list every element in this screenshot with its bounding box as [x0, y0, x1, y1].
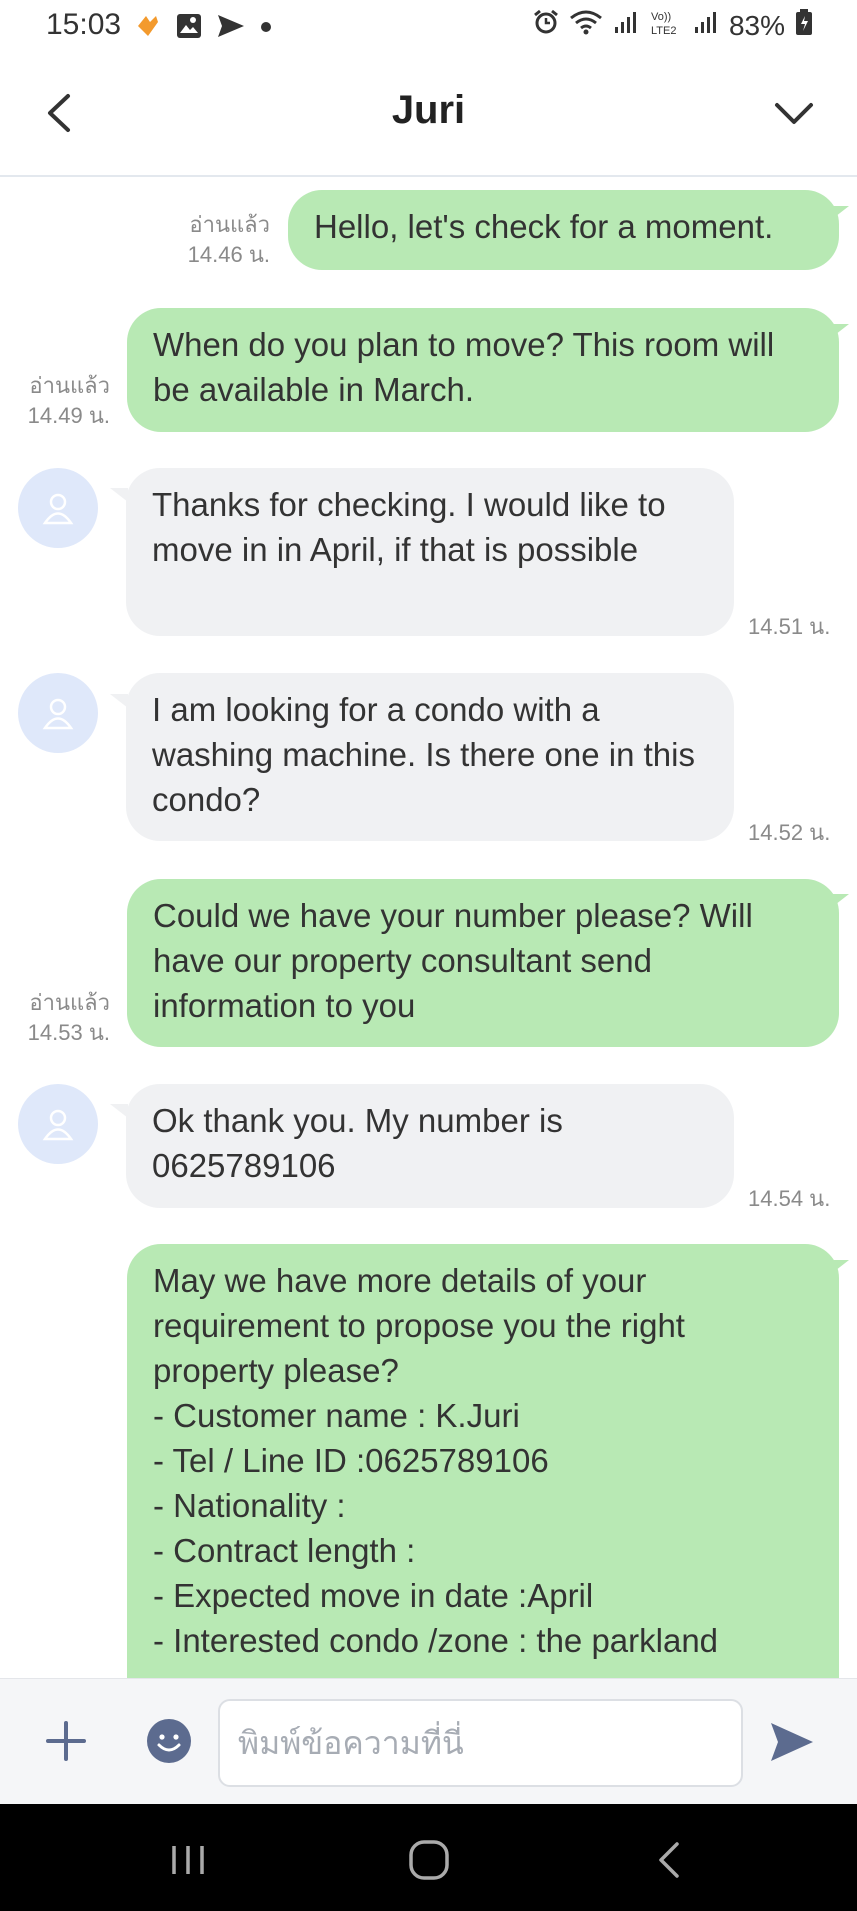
emoji-button[interactable] [146, 1718, 192, 1764]
message-line: May we have more details of your [153, 1262, 647, 1299]
message-text: Hello, let's check for a moment. [314, 208, 774, 245]
plus-icon [46, 1721, 86, 1761]
message-line: - Customer name : K.Juri [153, 1397, 520, 1434]
recent-apps-button[interactable] [160, 1832, 216, 1888]
status-time: 15:03 [46, 8, 122, 41]
message-meta: อ่านแล้ว 14.53 น. [0, 988, 110, 1048]
svg-text:Vo)): Vo)) [651, 11, 671, 23]
recent-apps-icon [172, 1846, 204, 1874]
alarm-icon [533, 9, 559, 42]
message-bubble-outgoing[interactable]: Hello, let's check for a moment. [288, 190, 839, 270]
signal-icon [693, 9, 719, 42]
bubble-tail [831, 206, 849, 220]
signal-icon [613, 9, 639, 42]
home-button[interactable] [401, 1832, 457, 1888]
message-time: 14.46 น. [187, 242, 270, 267]
status-icons-left [134, 12, 272, 45]
message-time: 14.52 น. [748, 820, 831, 845]
message-text: I am looking for a condo with a washing … [152, 691, 695, 818]
chat-header: Juri [0, 52, 857, 177]
message-text: Could we have your number please? Will h… [153, 897, 753, 1024]
volte-icon: Vo)) LTE2 [649, 8, 683, 43]
message-bubble-outgoing[interactable]: When do you plan to move? This room will… [127, 308, 839, 432]
message-time: 14.49 น. [27, 403, 110, 428]
status-bar: 15:03 Vo)) LTE2 83% [0, 0, 857, 52]
message-line: - Interested condo /zone : the parkland [153, 1622, 719, 1659]
user-icon [42, 698, 74, 730]
smiley-icon [147, 1719, 191, 1763]
send-icon [216, 13, 246, 44]
battery-icon [795, 8, 813, 43]
image-icon [176, 13, 202, 44]
bubble-tail [831, 324, 849, 338]
chevron-down-icon [775, 103, 813, 124]
flame-icon [134, 12, 162, 45]
system-nav-bar [0, 1804, 857, 1911]
message-line: - Nationality : [153, 1487, 346, 1524]
user-icon [42, 493, 74, 525]
dot-icon [260, 20, 272, 38]
avatar[interactable] [18, 673, 98, 753]
chat-title: Juri [391, 88, 466, 132]
nav-back-button[interactable] [642, 1832, 698, 1888]
message-input[interactable] [218, 1699, 743, 1787]
chat-area[interactable]: อ่านแล้ว 14.46 น. Hello, let's check for… [0, 178, 857, 1678]
read-receipt: อ่านแล้ว [29, 990, 110, 1015]
bubble-tail [831, 894, 849, 908]
message-bubble-outgoing[interactable]: Could we have your number please? Will h… [127, 879, 839, 1047]
message-time: 14.51 น. [748, 614, 831, 639]
message-bubble-incoming[interactable]: Ok thank you. My number is 0625789106 [126, 1084, 734, 1208]
message-line: property please? [153, 1352, 399, 1389]
message-line: - Tel / Line ID :0625789106 [153, 1442, 549, 1479]
read-receipt: อ่านแล้ว [189, 212, 270, 237]
message-text: When do you plan to move? This room will… [153, 326, 775, 408]
message-text: Ok thank you. My number is 0625789106 [152, 1102, 563, 1184]
message-meta: อ่านแล้ว 14.49 น. [0, 371, 110, 431]
avatar[interactable] [18, 1084, 98, 1164]
wifi-icon [569, 9, 603, 42]
chat-menu-button[interactable] [769, 88, 819, 138]
message-bubble-incoming[interactable]: I am looking for a condo with a washing … [126, 673, 734, 841]
message-bubble-outgoing[interactable]: May we have more details of your require… [127, 1244, 839, 1678]
message-line: - Contract length : [153, 1532, 416, 1569]
send-icon [771, 1723, 813, 1761]
user-icon [42, 1109, 74, 1141]
send-button[interactable] [767, 1717, 817, 1767]
message-bubble-incoming[interactable]: Thanks for checking. I would like to mov… [126, 468, 734, 636]
message-line: - Expected move in date :April [153, 1577, 594, 1614]
svg-text:LTE2: LTE2 [651, 25, 676, 36]
message-input-bar [0, 1678, 857, 1804]
add-attachment-button[interactable] [44, 1719, 88, 1763]
message-text: Thanks for checking. I would like to mov… [152, 486, 666, 568]
avatar[interactable] [18, 468, 98, 548]
read-receipt: อ่านแล้ว [29, 373, 110, 398]
message-time: 14.54 น. [748, 1186, 831, 1211]
back-icon [659, 1842, 679, 1878]
message-line: requirement to propose you the right [153, 1307, 685, 1344]
battery-percent: 83% [728, 9, 785, 41]
home-icon [409, 1840, 449, 1880]
status-icons-right: Vo)) LTE2 83% [533, 8, 813, 43]
bubble-tail [831, 1260, 849, 1274]
message-time: 14.53 น. [27, 1020, 110, 1045]
message-meta: อ่านแล้ว 14.46 น. [150, 210, 270, 270]
